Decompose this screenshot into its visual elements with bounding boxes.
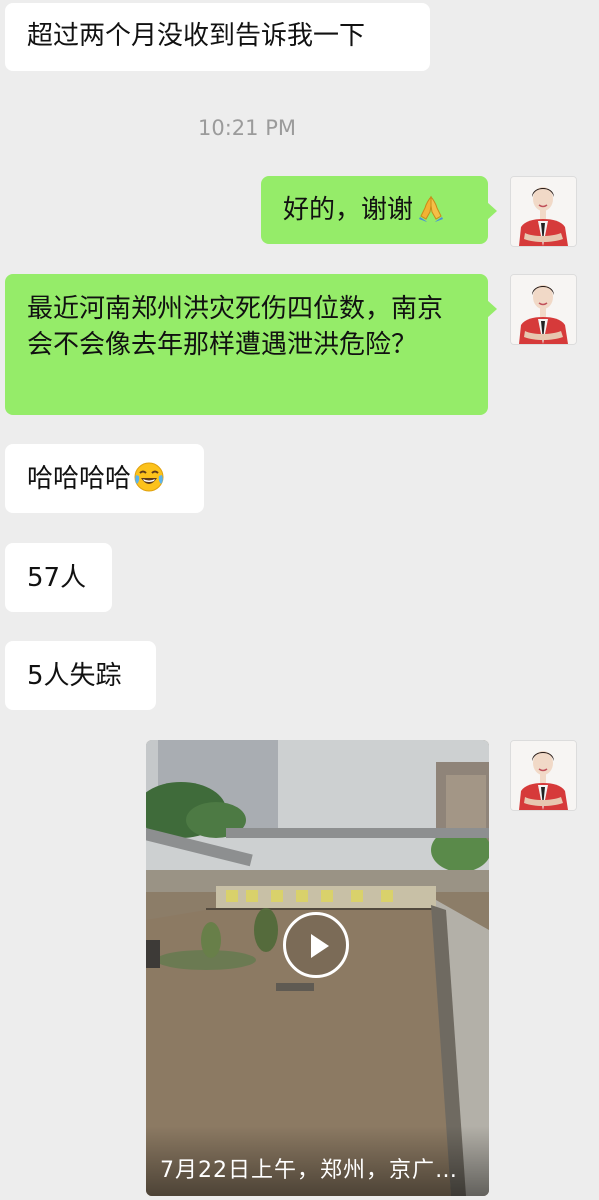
avatar[interactable] [510, 740, 577, 811]
folded-hands-icon [419, 195, 444, 222]
message-text: 57人 [27, 563, 87, 593]
avatar-portrait-icon [511, 275, 576, 344]
avatar-portrait-icon [511, 741, 576, 810]
outgoing-message-bubble[interactable]: 最近河南郑州洪灾死伤四位数，南京会不会像去年那样遭遇泄洪危险？ [5, 274, 497, 415]
video-message[interactable]: 7月22日上午，郑州，京广… [146, 740, 489, 1196]
incoming-message-bubble[interactable]: 57人 [5, 543, 112, 612]
incoming-message-bubble[interactable]: 5人失踪 [5, 641, 156, 710]
message-text: 超过两个月没收到告诉我一下 [27, 21, 366, 51]
message-text: 哈哈哈哈 [27, 464, 132, 494]
incoming-message-bubble[interactable]: 超过两个月没收到告诉我一下 [5, 3, 430, 71]
tears-of-joy-icon [134, 462, 164, 492]
play-icon[interactable] [283, 912, 349, 978]
message-text: 最近河南郑州洪灾死伤四位数，南京会不会像去年那样遭遇泄洪危险？ [27, 294, 444, 360]
avatar[interactable] [510, 176, 577, 247]
video-caption: 7月22日上午，郑州，京广… [160, 1158, 458, 1183]
incoming-message-bubble[interactable]: 哈哈哈哈 [5, 444, 204, 513]
message-timestamp: 10:21 PM [198, 116, 296, 140]
message-text: 5人失踪 [27, 661, 122, 691]
outgoing-message-bubble[interactable]: 好的，谢谢 [261, 176, 497, 244]
message-text: 好的，谢谢 [283, 195, 414, 225]
avatar-portrait-icon [511, 177, 576, 246]
avatar[interactable] [510, 274, 577, 345]
